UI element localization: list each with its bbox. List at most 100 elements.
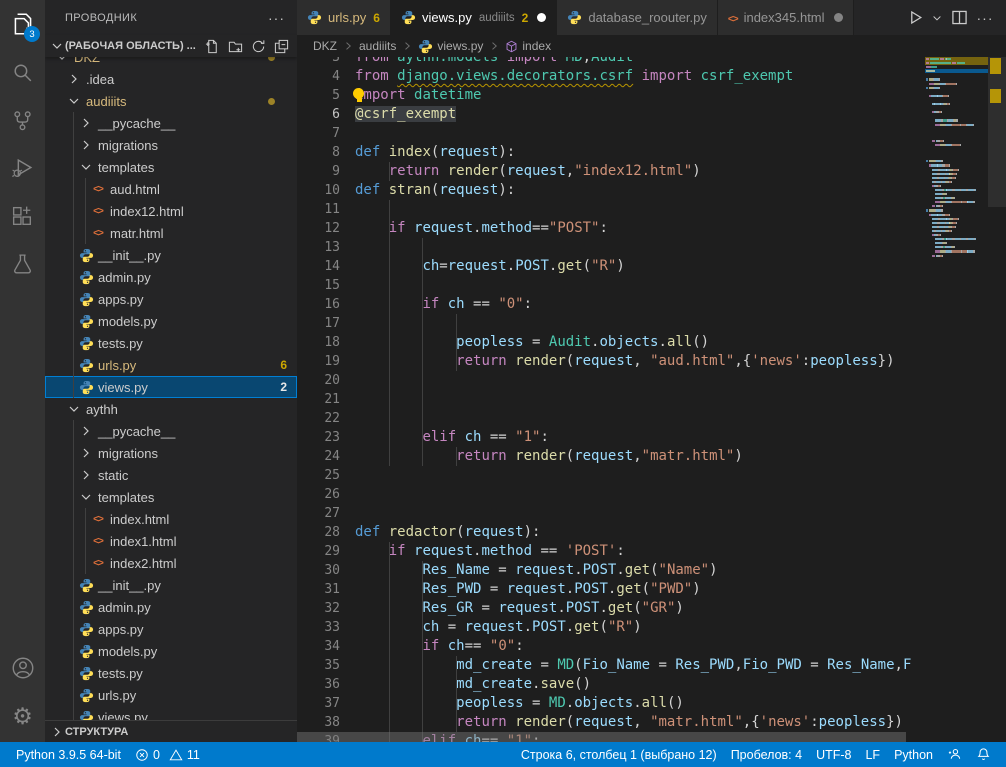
search-icon[interactable] xyxy=(0,48,45,96)
code-line-30[interactable]: 30 Res_Name = request.POST.get("Name") xyxy=(297,561,1006,580)
tree-item-__init__.py[interactable]: __init__.py xyxy=(45,244,297,266)
code-line-35[interactable]: 35 md_create = MD(Fio_Name = Res_PWD,Fio… xyxy=(297,656,1006,675)
tree-item-__init__.py[interactable]: __init__.py xyxy=(45,574,297,596)
code-line-13[interactable]: 13 xyxy=(297,238,1006,257)
code-line-23[interactable]: 23 elif ch == "1": xyxy=(297,428,1006,447)
run-dropdown-chevron-icon[interactable] xyxy=(930,7,944,29)
tab-urls.py[interactable]: urls.py6 xyxy=(297,0,391,35)
code-line-14[interactable]: 14 ch=request.POST.get("R") xyxy=(297,257,1006,276)
code-line-21[interactable]: 21 xyxy=(297,390,1006,409)
code-line-32[interactable]: 32 Res_GR = request.POST.get("GR") xyxy=(297,599,1006,618)
tree-item-index12.html[interactable]: <>index12.html xyxy=(45,200,297,222)
code-line-24[interactable]: 24 return render(request,"matr.html") xyxy=(297,447,1006,466)
tree-item-static[interactable]: static xyxy=(45,464,297,486)
horizontal-scrollbar[interactable] xyxy=(297,732,925,742)
code-line-17[interactable]: 17 xyxy=(297,314,1006,333)
code-line-12[interactable]: 12 if request.method=="POST": xyxy=(297,219,1006,238)
tree-item-models.py[interactable]: models.py xyxy=(45,310,297,332)
code-line-19[interactable]: 19 return render(request, "aud.html",{'n… xyxy=(297,352,1006,371)
tab-database_roouter.py[interactable]: database_roouter.py xyxy=(557,0,718,35)
dirty-dot-icon[interactable] xyxy=(834,13,843,22)
run-python-file-icon[interactable] xyxy=(904,7,926,29)
run-debug-icon[interactable] xyxy=(0,144,45,192)
tree-item-index1.html[interactable]: <>index1.html xyxy=(45,530,297,552)
problems-item[interactable]: 0 11 xyxy=(128,742,207,767)
tree-item-matr.html[interactable]: <>matr.html xyxy=(45,222,297,244)
extensions-icon[interactable] xyxy=(0,192,45,240)
code-line-9[interactable]: 9 return render(request,"index12.html") xyxy=(297,162,1006,181)
explorer-icon[interactable]: 3 xyxy=(0,0,45,48)
code-line-18[interactable]: 18 peopless = Audit.objects.all() xyxy=(297,333,1006,352)
tree-item-models.py[interactable]: models.py xyxy=(45,640,297,662)
code-line-8[interactable]: 8def index(request): xyxy=(297,143,1006,162)
tree-item-migrations[interactable]: migrations xyxy=(45,442,297,464)
code-line-22[interactable]: 22 xyxy=(297,409,1006,428)
tree-item-aud.html[interactable]: <>aud.html xyxy=(45,178,297,200)
refresh-icon[interactable] xyxy=(251,39,266,54)
sidebar-more-icon[interactable]: ··· xyxy=(268,10,285,26)
tab-index345.html[interactable]: <>index345.html xyxy=(718,0,854,35)
tree-item-aythh[interactable]: aythh xyxy=(45,398,297,420)
tree-item-views.py[interactable]: views.py2 xyxy=(45,376,297,398)
more-actions-icon[interactable]: ··· xyxy=(974,7,996,29)
tree-item-audiiits[interactable]: audiiits xyxy=(45,90,297,112)
dirty-dot-icon[interactable] xyxy=(537,13,546,22)
tree-item-index.html[interactable]: <>index.html xyxy=(45,508,297,530)
tree-item-migrations[interactable]: migrations xyxy=(45,134,297,156)
tree-item-templates[interactable]: templates xyxy=(45,156,297,178)
lightbulb-icon[interactable] xyxy=(353,88,366,103)
code-line-38[interactable]: 38 return render(request, "matr.html",{'… xyxy=(297,713,1006,732)
notifications-bell-icon[interactable] xyxy=(969,742,998,767)
tree-item-__pycache__[interactable]: __pycache__ xyxy=(45,112,297,134)
code-line-16[interactable]: 16 if ch == "0": xyxy=(297,295,1006,314)
breadcrumb-item-audiiits[interactable]: audiiits xyxy=(359,39,396,53)
overview-ruler[interactable] xyxy=(988,57,1006,742)
tree-item-index2.html[interactable]: <>index2.html xyxy=(45,552,297,574)
python-interpreter-item[interactable]: Python 3.9.5 64-bit xyxy=(9,742,128,767)
tree-item-apps.py[interactable]: apps.py xyxy=(45,618,297,640)
code-line-11[interactable]: 11 xyxy=(297,200,1006,219)
horizontal-scrollbar-thumb[interactable] xyxy=(297,732,906,742)
code-line-15[interactable]: 15 xyxy=(297,276,1006,295)
source-control-icon[interactable] xyxy=(0,96,45,144)
vertical-scrollbar-thumb[interactable] xyxy=(988,57,1006,207)
tree-item-urls.py[interactable]: urls.py6 xyxy=(45,354,297,376)
code-line-36[interactable]: 36 md_create.save() xyxy=(297,675,1006,694)
workspace-section-header[interactable]: (РАБОЧАЯ ОБЛАСТЬ) ... xyxy=(45,35,297,57)
account-icon[interactable] xyxy=(0,644,45,692)
collapse-all-icon[interactable] xyxy=(274,39,289,54)
code-line-4[interactable]: 4from django.views.decorators.csrf impor… xyxy=(297,67,1006,86)
eol-item[interactable]: LF xyxy=(858,742,887,767)
code-line-26[interactable]: 26 xyxy=(297,485,1006,504)
testing-icon[interactable] xyxy=(0,240,45,288)
tree-item-tests.py[interactable]: tests.py xyxy=(45,662,297,684)
code-line-29[interactable]: 29 if request.method == 'POST': xyxy=(297,542,1006,561)
code-line-7[interactable]: 7 xyxy=(297,124,1006,143)
code-line-28[interactable]: 28def redactor(request): xyxy=(297,523,1006,542)
breadcrumb-item-DKZ[interactable]: DKZ xyxy=(313,39,337,53)
breadcrumb-item-views.py[interactable]: views.py xyxy=(418,39,483,54)
tab-views.py[interactable]: views.pyaudiiits2 xyxy=(391,0,557,35)
tree-item-apps.py[interactable]: apps.py xyxy=(45,288,297,310)
breadcrumb-item-index[interactable]: index xyxy=(505,39,551,53)
tree-item-urls.py[interactable]: urls.py xyxy=(45,684,297,706)
code-line-25[interactable]: 25 xyxy=(297,466,1006,485)
settings-gear-icon[interactable]: ⚙ xyxy=(0,692,45,740)
language-mode-item[interactable]: Python xyxy=(887,742,940,767)
encoding-item[interactable]: UTF-8 xyxy=(809,742,858,767)
minimap[interactable] xyxy=(925,57,988,742)
code-line-5[interactable]: 5import datetime xyxy=(297,86,1006,105)
code-editor[interactable]: 3from aythh.models import MD,Audit4from … xyxy=(297,57,1006,742)
indentation-item[interactable]: Пробелов: 4 xyxy=(724,742,809,767)
code-line-34[interactable]: 34 if ch== "0": xyxy=(297,637,1006,656)
tree-item-.idea[interactable]: .idea xyxy=(45,68,297,90)
code-line-6[interactable]: 6@csrf_exempt xyxy=(297,105,1006,124)
split-editor-icon[interactable] xyxy=(948,7,970,29)
code-line-10[interactable]: 10def stran(request): xyxy=(297,181,1006,200)
outline-section-header[interactable]: СТРУКТУРА xyxy=(45,720,297,742)
code-line-20[interactable]: 20 xyxy=(297,371,1006,390)
code-line-27[interactable]: 27 xyxy=(297,504,1006,523)
code-line-33[interactable]: 33 ch = request.POST.get("R") xyxy=(297,618,1006,637)
new-folder-icon[interactable] xyxy=(228,39,243,54)
code-line-37[interactable]: 37 peopless = MD.objects.all() xyxy=(297,694,1006,713)
